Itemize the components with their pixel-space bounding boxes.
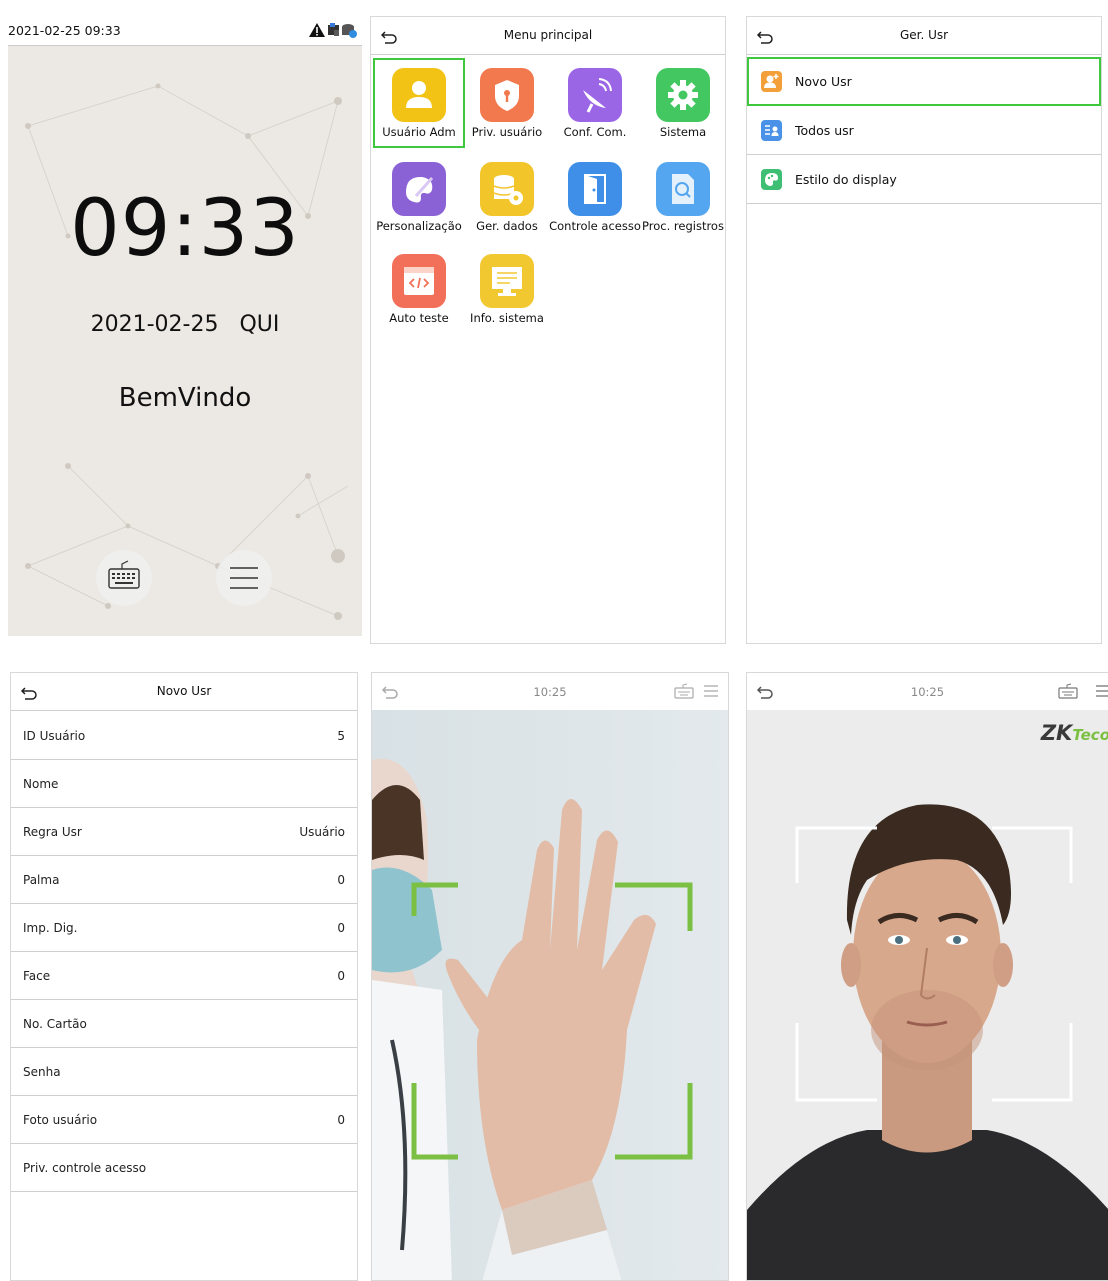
face-capture-screen: 10:25 ZKTeco (746, 672, 1108, 1281)
network-background (25, 83, 349, 620)
field-user-role[interactable]: Regra Usr Usuário (11, 808, 357, 856)
monitor-icon (480, 254, 534, 308)
field-value: 0 (337, 1113, 345, 1127)
menu-item-data-mgmt[interactable]: Ger. dados (463, 154, 551, 240)
user-list-icon (761, 120, 782, 141)
palette-icon (392, 162, 446, 216)
menu-item-comm-settings[interactable]: Conf. Com. (551, 60, 639, 146)
field-access-control-privilege[interactable]: Priv. controle acesso (11, 1144, 357, 1192)
menu-item-system-info[interactable]: Info. sistema (463, 246, 551, 332)
field-name[interactable]: Nome (11, 760, 357, 808)
field-value: Usuário (299, 825, 345, 839)
field-label: Foto usuário (23, 1113, 98, 1127)
network-icon (328, 23, 339, 36)
field-value: 0 (337, 873, 345, 887)
menu-item-label: Info. sistema (470, 311, 544, 325)
field-label: Priv. controle acesso (23, 1161, 147, 1175)
field-label: Palma (23, 873, 60, 887)
list-item-all-users[interactable]: Todos usr (747, 106, 1101, 155)
field-label: Senha (23, 1065, 61, 1079)
weekday-value: QUI (239, 312, 280, 337)
list-item-display-style[interactable]: Estilo do display (747, 155, 1101, 204)
menu-item-label: Personalização (376, 219, 462, 233)
search-doc-icon (656, 162, 710, 216)
page-title: Menu principal (503, 28, 593, 42)
field-value: 0 (337, 969, 345, 983)
field-value: 5 (337, 729, 345, 743)
status-bar: 2021-02-25 09:33 (8, 16, 362, 46)
field-label: Face (23, 969, 51, 983)
date-display: 2021-02-25 QUI (8, 312, 362, 337)
standby-screen: 2021-02-25 09:33 09:33 2021-02-25 QUI Be… (8, 16, 362, 636)
main-menu-screen: Menu principal Usuário Adm Priv. usuário… (370, 16, 726, 644)
list-item-label: Novo Usr (795, 74, 852, 89)
menu-item-label: Priv. usuário (471, 125, 543, 139)
field-label: Imp. Dig. (23, 921, 78, 935)
keyboard-icon (108, 560, 140, 589)
shield-icon (480, 68, 534, 122)
menu-item-personalization[interactable]: Personalização (375, 154, 463, 240)
keyboard-button[interactable] (96, 550, 152, 606)
field-user-id[interactable]: ID Usuário 5 (11, 712, 357, 760)
door-icon (568, 162, 622, 216)
add-user-icon (761, 71, 782, 92)
new-user-header: Novo Usr (11, 673, 357, 711)
field-fingerprint[interactable]: Imp. Dig. 0 (11, 904, 357, 952)
page-title: Novo Usr (156, 684, 212, 698)
palm-capture-screen: 10:25 (371, 672, 729, 1281)
satellite-dish-icon (568, 68, 622, 122)
field-password[interactable]: Senha (11, 1048, 357, 1096)
clock-display: 09:33 (70, 184, 300, 274)
new-user-screen: Novo Usr ID Usuário 5 Nome Regra Usr Usuár… (10, 672, 358, 1281)
field-card-number[interactable]: No. Cartão (11, 1000, 357, 1048)
palm-scan-frame (411, 882, 693, 1160)
field-label: Regra Usr (23, 825, 82, 839)
field-label: ID Usuário (23, 729, 86, 743)
list-item-new-user[interactable]: Novo Usr (747, 57, 1101, 106)
field-face[interactable]: Face 0 (11, 952, 357, 1000)
code-window-icon (392, 254, 446, 308)
field-user-photo[interactable]: Foto usuário 0 (11, 1096, 357, 1144)
field-palm[interactable]: Palma 0 (11, 856, 357, 904)
list-item-label: Estilo do display (795, 172, 897, 187)
database-gear-icon (480, 162, 534, 216)
menu-item-label: Ger. dados (476, 219, 538, 233)
menu-item-label: Auto teste (389, 311, 449, 325)
menu-item-label: Sistema (659, 125, 707, 139)
menu-icon (230, 567, 258, 589)
field-label: Nome (23, 777, 59, 791)
menu-item-label: Controle acesso (549, 219, 641, 233)
menu-item-label: Conf. Com. (563, 125, 627, 139)
menu-header: Menu principal (371, 17, 725, 55)
field-value: 0 (337, 921, 345, 935)
menu-item-access-control[interactable]: Controle acesso (549, 154, 641, 240)
face-scan-frame (795, 826, 1073, 1102)
menu-item-user-admin[interactable]: Usuário Adm (373, 58, 465, 148)
warning-icon (309, 23, 325, 37)
user-admin-icon (392, 68, 446, 122)
page-title: Ger. Usr (899, 28, 949, 42)
date-value: 2021-02-25 (90, 312, 219, 337)
status-datetime: 2021-02-25 09:33 (8, 23, 121, 38)
status-icons (308, 21, 358, 43)
menu-item-user-privilege[interactable]: Priv. usuário (463, 60, 551, 146)
palette-icon (761, 169, 782, 190)
gear-icon (656, 68, 710, 122)
user-mgmt-screen: Ger. Usr Novo Usr Todos usr Estilo do di… (746, 16, 1102, 644)
user-mgmt-header: Ger. Usr (747, 17, 1101, 55)
menu-item-self-test[interactable]: Auto teste (375, 246, 463, 332)
menu-item-records[interactable]: Proc. registros (639, 154, 725, 240)
welcome-message: BemVindo (118, 383, 252, 413)
field-label: No. Cartão (23, 1017, 87, 1031)
menu-item-label: Proc. registros (642, 219, 724, 233)
database-icon (342, 24, 357, 38)
menu-item-system[interactable]: Sistema (639, 60, 725, 146)
menu-item-label: Usuário Adm (382, 125, 456, 139)
list-item-label: Todos usr (795, 123, 854, 138)
menu-button[interactable] (216, 550, 272, 606)
